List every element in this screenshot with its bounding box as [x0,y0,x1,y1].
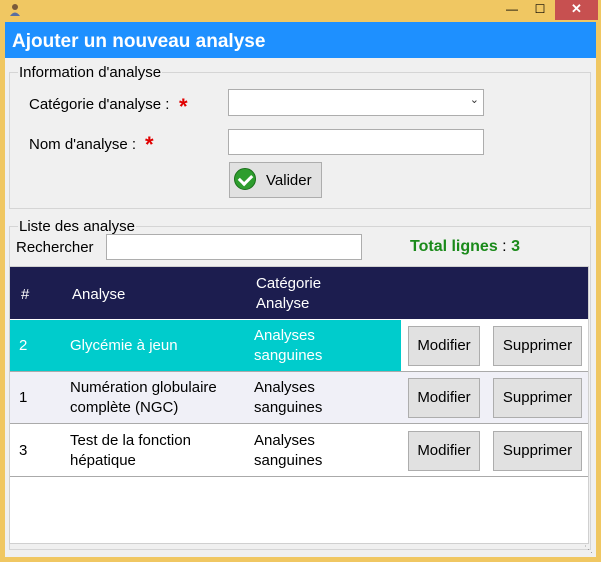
category-label: Catégorie d'analyse : [29,96,170,113]
page-title: Ajouter un nouveau analyse [5,22,596,58]
row-category-line2: sanguines [254,347,323,364]
row-category-line2: sanguines [254,399,323,416]
row-num: 3 [19,442,28,459]
row-num: 1 [19,389,28,406]
search-label: Rechercher [16,239,94,256]
table-row[interactable]: 1 Numération globulaire complète (NGC) A… [10,372,588,424]
name-required-mark: * [145,132,154,157]
modify-button[interactable]: Modifier [408,378,480,418]
row-analysis-name-line2: complète (NGC) [70,399,179,416]
search-input[interactable] [106,234,362,260]
category-required-mark: * [179,94,188,119]
maximize-button[interactable]: ☐ [527,0,553,20]
row-analysis-name-line1: Numération globulaire [70,379,217,396]
row-analysis-name-line2: hépatique [70,452,136,469]
delete-button[interactable]: Supprimer [493,326,582,366]
name-input[interactable] [228,129,484,155]
total-label: Total lignes [410,238,498,255]
validate-button-label: Valider [266,172,312,189]
chevron-down-icon: ⌄ [469,94,479,106]
row-category-line1: Analyses [254,327,315,344]
window: — ☐ ✕ Ajouter un nouveau analyse Informa… [0,0,601,562]
column-header-category-line2: Analyse [256,295,310,312]
validate-button[interactable]: Valider [229,162,322,198]
close-button[interactable]: ✕ [555,0,598,20]
analysis-info-legend: Information d'analyse [19,64,162,81]
table-row[interactable]: 3 Test de la fonction hépatique Analyses… [10,425,588,477]
column-header-num: # [21,286,30,303]
category-select[interactable]: ⌄ [228,89,484,116]
total-lines: Total lignes : 3 [410,238,520,256]
row-category-line1: Analyses [254,432,315,449]
row-category-line1: Analyses [254,379,315,396]
resize-grip-icon[interactable]: ⋱ [584,544,593,555]
table-header: # Analyse Catégorie Analyse [10,267,588,319]
user-icon [10,4,20,16]
delete-button[interactable]: Supprimer [493,378,582,418]
analysis-table[interactable]: # Analyse Catégorie Analyse 2 Glycémie à… [9,266,589,544]
modify-button[interactable]: Modifier [408,431,480,471]
modify-button[interactable]: Modifier [408,326,480,366]
total-separator: : [502,238,507,255]
row-category-line2: sanguines [254,452,323,469]
minimize-button[interactable]: — [499,0,525,20]
client-area: Ajouter un nouveau analyse Information d… [5,22,596,557]
column-header-analysis: Analyse [72,286,126,303]
row-analysis-name: Glycémie à jeun [70,337,178,354]
table-row[interactable]: 2 Glycémie à jeun Analyses sanguines Mod… [10,320,588,372]
check-icon [234,168,256,190]
name-label: Nom d'analyse : [29,136,137,153]
title-bar[interactable]: — ☐ ✕ [0,0,601,22]
row-analysis-name-line1: Test de la fonction [70,432,191,449]
column-header-category-line1: Catégorie [256,275,322,292]
total-value: 3 [511,238,520,255]
delete-button[interactable]: Supprimer [493,431,582,471]
row-num: 2 [19,337,28,354]
analysis-list-legend: Liste des analyse [19,218,135,235]
